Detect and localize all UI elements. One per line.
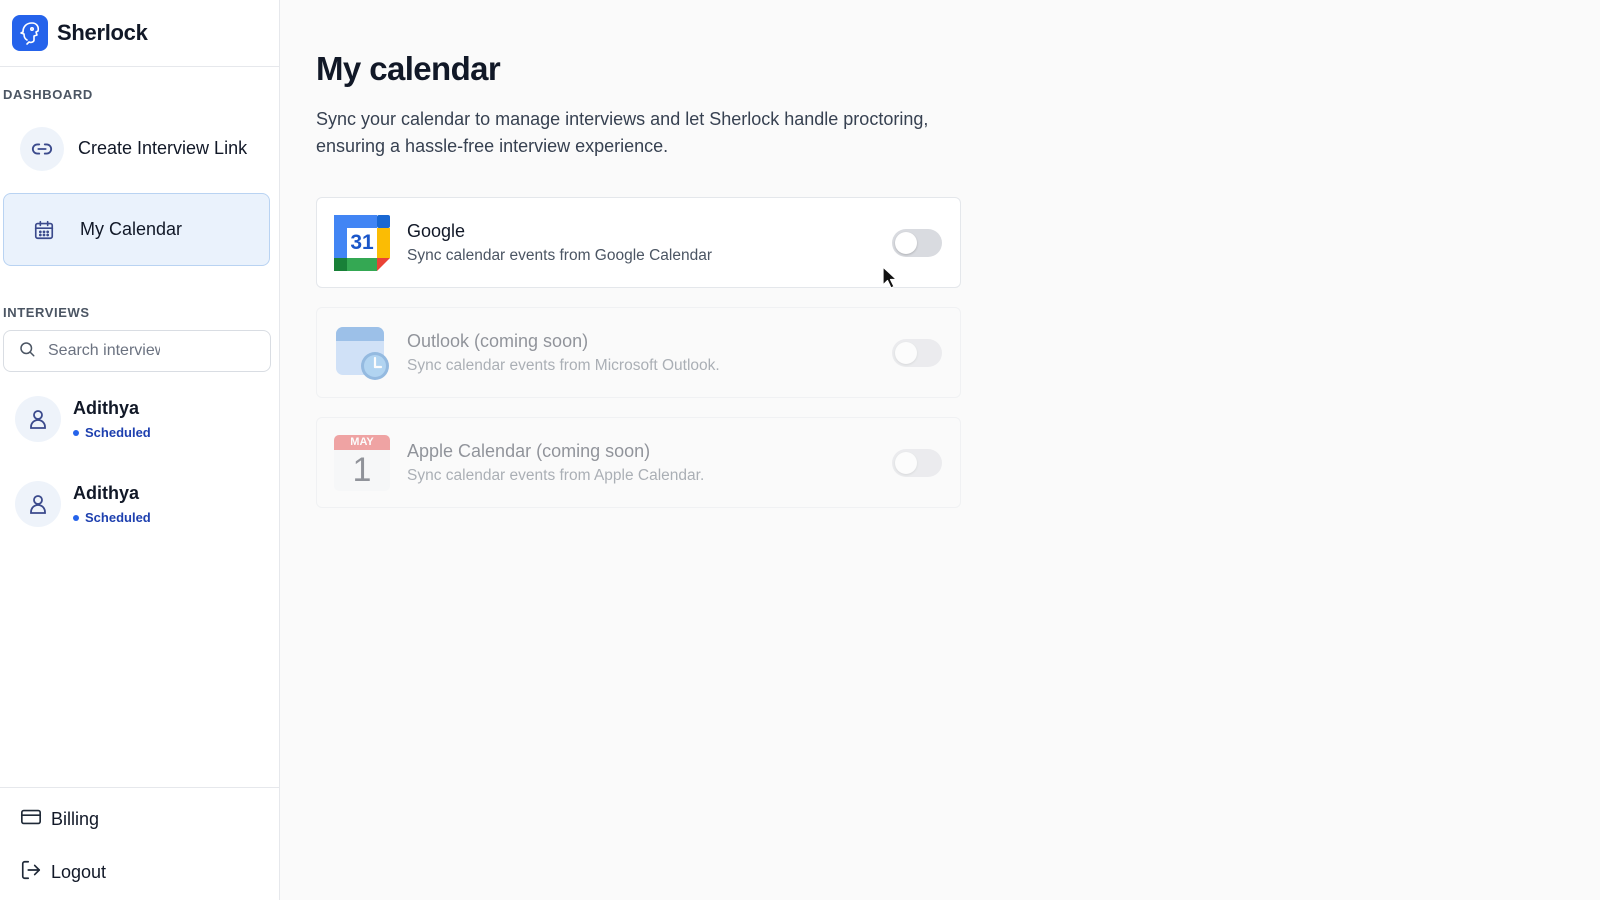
brand-header: Sherlock <box>0 0 279 67</box>
provider-title: Google <box>407 220 466 241</box>
sidebar: Sherlock DASHBOARD Create Interview Link <box>0 0 280 900</box>
outlook-calendar-card: Outlook (coming soon) Sync calendar even… <box>316 307 961 398</box>
outlook-sync-toggle[interactable] <box>892 339 942 367</box>
google-sync-toggle[interactable] <box>892 229 942 257</box>
mouse-cursor-icon <box>882 266 898 295</box>
sidebar-footer: Billing Logout <box>0 787 279 900</box>
logout-icon <box>20 859 42 886</box>
main-content: My calendar Sync your calendar to manage… <box>280 0 1600 900</box>
logout-label: Logout <box>51 862 107 882</box>
status-badge: Scheduled <box>73 510 151 525</box>
search-icon <box>18 340 36 363</box>
brand-name: Sherlock <box>57 20 148 45</box>
dashboard-section-label: DASHBOARD <box>3 87 93 102</box>
provider-title: Apple Calendar (coming soon) <box>407 440 651 461</box>
outlook-calendar-icon <box>334 325 390 381</box>
nav-create-interview-link[interactable]: Create Interview Link <box>3 112 270 185</box>
nav-label: My Calendar <box>80 219 183 239</box>
logout-link[interactable]: Logout <box>20 859 106 886</box>
status-dot <box>73 514 79 521</box>
toggle-knob <box>895 342 917 364</box>
nav-my-calendar[interactable]: My Calendar <box>3 193 270 266</box>
apple-calendar-icon: MAY 1 <box>334 434 390 491</box>
billing-label: Billing <box>51 809 100 829</box>
apple-calendar-card: MAY 1 Apple Calendar (coming soon) Sync … <box>316 417 961 508</box>
user-avatar-icon <box>15 396 61 442</box>
apple-calendar-day: 1 <box>352 450 372 489</box>
status-dot <box>73 429 79 436</box>
google-calendar-icon-text: 31 <box>350 230 374 254</box>
status-badge: Scheduled <box>73 425 151 440</box>
status-label: Scheduled <box>85 425 151 440</box>
page-description: Sync your calendar to manage interviews … <box>316 109 929 156</box>
nav-label: Create Interview Link <box>78 138 248 158</box>
apple-sync-toggle[interactable] <box>892 449 942 477</box>
toggle-knob <box>895 232 917 254</box>
page-title: My calendar <box>316 50 501 87</box>
status-label: Scheduled <box>85 510 151 525</box>
search-box <box>3 330 271 372</box>
interview-name: Adithya <box>73 483 140 503</box>
calendar-icon <box>22 208 66 252</box>
toggle-knob <box>895 452 917 474</box>
provider-subtitle: Sync calendar events from Microsoft Outl… <box>407 356 720 374</box>
google-calendar-card: 31 Google Sync calendar events from Goog… <box>316 197 961 288</box>
provider-subtitle: Sync calendar events from Google Calenda… <box>407 246 712 264</box>
billing-link[interactable]: Billing <box>20 806 99 833</box>
apple-calendar-month: MAY <box>350 435 374 448</box>
interview-item[interactable]: Adithya Scheduled <box>15 476 265 532</box>
interviews-section-label: INTERVIEWS <box>3 305 90 320</box>
provider-title: Outlook (coming soon) <box>407 330 589 351</box>
sherlock-logo-icon[interactable] <box>12 15 48 51</box>
interview-name: Adithya <box>73 398 140 418</box>
provider-subtitle: Sync calendar events from Apple Calendar… <box>407 466 705 484</box>
interview-item[interactable]: Adithya Scheduled <box>15 391 265 447</box>
link-icon <box>20 126 64 171</box>
google-calendar-icon: 31 <box>334 214 390 271</box>
user-avatar-icon <box>15 481 61 527</box>
search-input[interactable] <box>48 342 160 360</box>
credit-card-icon <box>20 806 42 833</box>
